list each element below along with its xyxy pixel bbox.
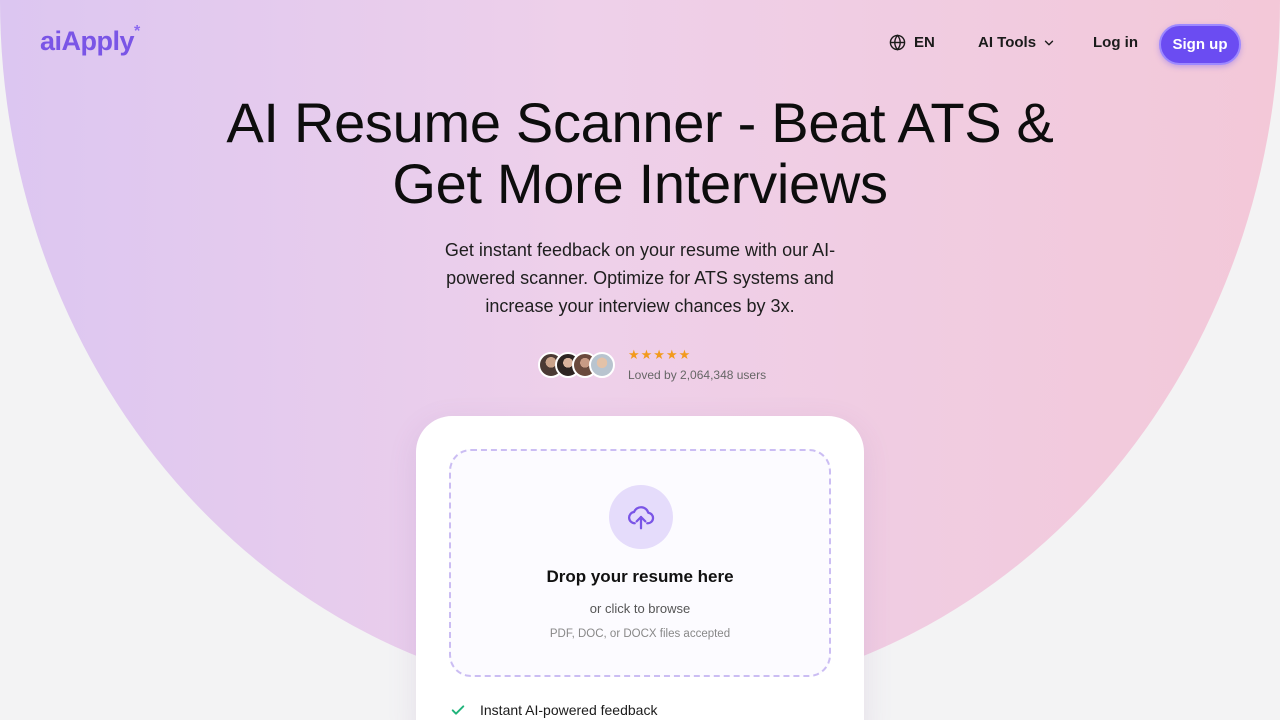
page-title: AI Resume Scanner - Beat ATS & Get More … — [0, 92, 1280, 214]
ai-tools-label: AI Tools — [978, 34, 1037, 51]
check-icon — [451, 705, 465, 715]
user-avatars — [538, 352, 615, 378]
feature-label: Instant AI-powered feedback — [480, 702, 658, 718]
top-nav: aiApply* EN AI Tools Log in Sign up — [0, 0, 1280, 88]
hero-subtitle: Get instant feedback on your resume with… — [444, 240, 836, 316]
ai-tools-menu[interactable]: AI Tools — [978, 34, 1056, 51]
rating-text: ★★★★★ Loved by 2,064,348 users — [628, 347, 767, 383]
upload-icon-circle — [609, 485, 673, 549]
avatar — [589, 352, 615, 378]
logo-mark: * — [134, 23, 140, 40]
login-link[interactable]: Log in — [1093, 34, 1138, 51]
star-rating: ★★★★★ — [628, 347, 692, 362]
language-selector[interactable]: EN — [889, 34, 935, 51]
logo[interactable]: aiApply* — [40, 23, 140, 57]
logo-text: aiApply — [40, 26, 135, 56]
users-count: Loved by 2,064,348 users — [628, 368, 767, 382]
upload-card: Drop your resume here or click to browse… — [416, 416, 864, 720]
title-line-2: Get More Interviews — [392, 152, 888, 215]
language-label: EN — [914, 34, 935, 51]
feature-item: Instant AI-powered feedback — [450, 702, 657, 718]
accepted-formats: PDF, DOC, or DOCX files accepted — [549, 628, 731, 640]
cloud-upload-icon — [628, 506, 655, 530]
social-proof: ★★★★★ Loved by 2,064,348 users — [538, 348, 766, 382]
resume-dropzone[interactable]: Drop your resume here or click to browse… — [449, 449, 831, 677]
globe-icon — [889, 34, 906, 51]
browse-hint: or click to browse — [589, 601, 691, 616]
signup-button[interactable]: Sign up — [1159, 24, 1241, 65]
dropzone-title: Drop your resume here — [546, 567, 734, 586]
title-line-1: AI Resume Scanner - Beat ATS & — [226, 91, 1054, 154]
chevron-down-icon — [1044, 40, 1054, 45]
